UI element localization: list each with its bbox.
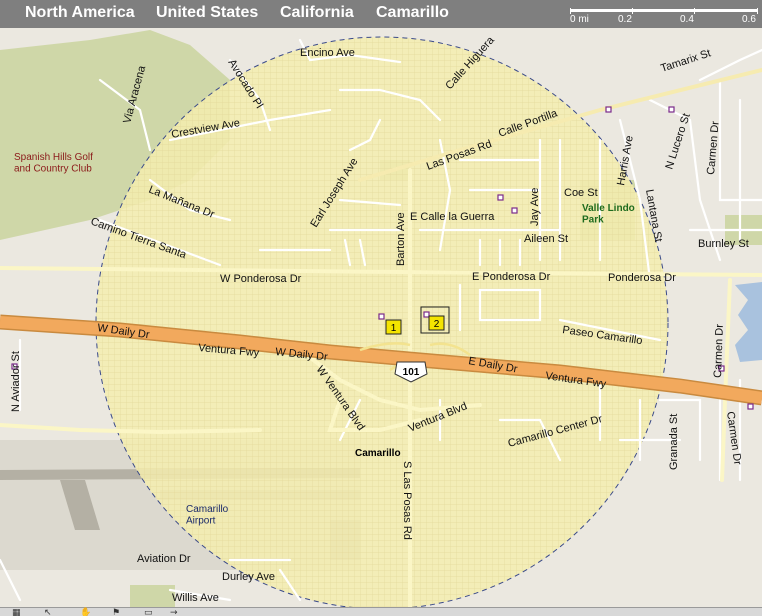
hand-icon[interactable]: ✋ [80,609,91,616]
map-canvas[interactable]: Encino Ave Avocado Pl Calle Higuera Tama… [0,0,762,616]
street-label-aviation: Aviation Dr [137,553,191,565]
golf-club-label: Spanish Hills Golf and Country Club [14,152,93,175]
street-label-jay: Jay Ave [529,188,541,226]
street-label-w-ponderosa: W Ponderosa Dr [220,273,302,285]
scale-label-2: 0.4 [680,14,694,25]
result-marker-1[interactable]: 1 [385,319,402,335]
breadcrumb-california[interactable]: California [280,4,354,22]
scale-label-1: 0.2 [618,14,632,25]
street-label-s-las-posas: S Las Posas Rd [401,461,413,540]
scale-label-3: 0.6 [742,14,756,25]
flag-icon[interactable]: ⚑ [112,609,120,616]
street-label-aileen: Aileen St [524,233,568,245]
ruler-icon[interactable]: ▭ [144,609,153,616]
street-label-encino: Encino Ave [300,47,355,59]
scale-tick [632,8,633,14]
street-label-e-ponderosa: E Ponderosa Dr [472,271,551,283]
breadcrumb-camarillo[interactable]: Camarillo [376,4,449,22]
breadcrumb-north-america[interactable]: North America [25,4,135,22]
street-label-bumley: Burnley St [698,238,749,250]
city-label: Camarillo [355,448,401,459]
scale-tick [757,8,758,14]
result-marker-1-label: 1 [391,323,397,334]
scale-bar-line [570,9,758,12]
grid-icon[interactable]: ▦ [12,609,21,616]
map-toolbar: ▦ ↖ ✋ ⚑ ▭ → [0,607,762,616]
scale-bar: 0 mi 0.2 0.4 0.6 [566,8,762,26]
arrow-icon[interactable]: → [170,609,178,616]
street-label-n-aviador: N Aviador St [10,351,22,412]
scale-label-0: 0 mi [570,14,589,25]
street-label-carmen-mid: Carmen Dr [712,324,726,379]
highway-shield-label: 101 [403,367,420,378]
street-label-durley: Durley Ave [222,571,275,583]
pointer-icon[interactable]: ↖ [44,609,52,616]
map-view[interactable]: Encino Ave Avocado Pl Calle Higuera Tama… [0,0,762,616]
street-label-calle-la-guerra: E Calle la Guerra [410,211,495,223]
scale-tick [694,8,695,14]
street-label-ponderosa: Ponderosa Dr [608,272,676,284]
street-label-barton: Barton Ave [395,212,407,266]
street-label-willis: Willis Ave [172,592,219,604]
breadcrumb-bar: North America United States California C… [0,0,762,28]
street-label-coe: Coe St [564,187,598,199]
result-marker-2-label: 2 [434,319,440,330]
breadcrumb-united-states[interactable]: United States [156,4,258,22]
street-label-granada: Granada St [668,414,680,470]
